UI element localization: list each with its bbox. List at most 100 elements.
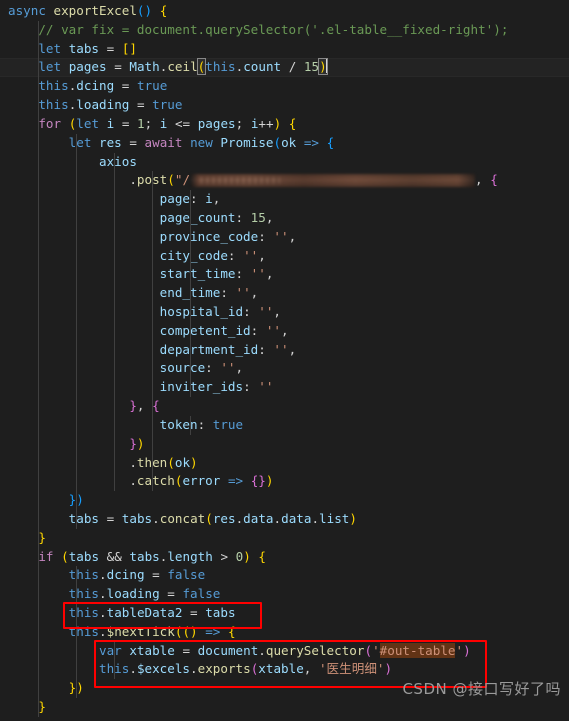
token-string-empty: '' xyxy=(265,322,281,338)
token-string-out-table-highlight: #out-table xyxy=(379,642,456,658)
token-key-inviter-ids: inviter_ids xyxy=(159,379,244,395)
token-number: 1 xyxy=(137,115,145,131)
token-keyword: this xyxy=(68,623,100,639)
code-line[interactable]: page_count: 15, xyxy=(0,208,569,228)
code-line-excel-export[interactable]: this.$excels.exports(xtable, '医生明细') xyxy=(0,660,569,680)
token-variable: pages xyxy=(68,59,107,75)
token-variable: tabs xyxy=(129,548,160,564)
token-key-page-count: page_count xyxy=(159,209,236,225)
token-boolean: false xyxy=(182,586,221,602)
token-brace: { xyxy=(227,623,236,639)
token-string-empty: '' xyxy=(220,360,236,376)
token-keyword: let xyxy=(38,59,62,75)
token-bracket: [] xyxy=(121,40,137,56)
token-property: list xyxy=(319,510,350,526)
code-line[interactable]: inviter_ids: '' xyxy=(0,378,569,398)
token-control-if: if xyxy=(38,548,54,564)
token-keyword: this xyxy=(68,605,100,620)
token-boolean: false xyxy=(167,567,206,583)
code-line[interactable]: .catch(error => {}) xyxy=(0,472,569,492)
token-paren: ( xyxy=(273,134,282,150)
token-paren: ( xyxy=(61,548,69,564)
code-line[interactable]: source: '', xyxy=(0,359,569,379)
token-method-exports: exports xyxy=(197,661,251,677)
token-keyword-var: var xyxy=(99,642,122,658)
token-string-chinese: '医生明细' xyxy=(318,661,385,677)
code-line[interactable]: async exportExcel() { xyxy=(0,2,569,21)
code-line[interactable]: axios xyxy=(0,152,569,172)
token-control-for: for xyxy=(38,115,62,131)
code-line[interactable]: let tabs = [] xyxy=(0,39,569,59)
token-property: length xyxy=(167,548,213,564)
code-line[interactable]: for (let i = 1; i <= pages; i++) { xyxy=(0,114,569,134)
token-method-query-selector: querySelector xyxy=(265,642,365,658)
code-line[interactable]: city_code: '', xyxy=(0,246,569,266)
code-line[interactable]: department_id: '', xyxy=(0,340,569,360)
code-line[interactable]: end_time: '', xyxy=(0,284,569,303)
token-key-page: page xyxy=(159,191,190,207)
code-line-query-selector[interactable]: var xtable = document.querySelector('#ou… xyxy=(0,641,569,661)
token-function-name: exportExcel xyxy=(53,3,137,18)
code-line[interactable]: this.loading = true xyxy=(0,96,569,115)
code-line[interactable]: .then(ok) xyxy=(0,453,569,473)
code-line[interactable]: }) xyxy=(0,491,569,510)
token-property: loading xyxy=(76,97,130,113)
token-identifier-axios: axios xyxy=(99,153,137,169)
token-paren: ( xyxy=(205,510,213,526)
token-key-competent-id: competent_id xyxy=(159,322,251,338)
code-line[interactable]: this.loading = false xyxy=(0,585,569,604)
token-variable: tabs xyxy=(68,40,100,56)
token-paren: ) xyxy=(265,473,274,489)
code-line[interactable]: competent_id: '', xyxy=(0,321,569,341)
token-variable: res xyxy=(212,510,236,526)
csdn-watermark: CSDN @接口写好了吗 xyxy=(402,680,561,699)
code-line[interactable]: } xyxy=(0,528,569,548)
code-line[interactable]: } xyxy=(0,698,569,717)
code-line[interactable]: this.dcing = false xyxy=(0,566,569,586)
code-line-post-request[interactable]: .post("/, { xyxy=(0,171,569,191)
token-brace: {} xyxy=(250,473,266,489)
token-paren: ) xyxy=(136,435,145,451)
token-paren: () xyxy=(136,3,153,18)
token-keyword: this xyxy=(38,97,69,113)
token-keyword: async xyxy=(8,3,46,18)
code-line[interactable]: this.dcing = true xyxy=(0,77,569,97)
code-editor[interactable]: async exportExcel() { // var fix = docum… xyxy=(0,0,569,721)
token-paren: ) xyxy=(76,492,84,508)
token-paren: ) xyxy=(76,680,84,696)
token-property: data xyxy=(243,510,274,526)
token-key-department-id: department_id xyxy=(159,341,259,357)
token-comment: // var fix = document.querySelector('.el… xyxy=(8,21,509,37)
token-variable: tabs xyxy=(121,510,153,526)
token-brace: } xyxy=(129,398,137,414)
token-paren: ) xyxy=(463,642,471,658)
code-line[interactable]: // var fix = document.querySelector('.el… xyxy=(0,20,569,40)
token-property: dcing xyxy=(76,78,115,94)
token-method-next-tick: $nextTick xyxy=(106,623,175,639)
code-line[interactable]: }) xyxy=(0,434,569,454)
code-line-table-data2[interactable]: this.tableData2 = tabs xyxy=(0,604,569,623)
token-key-token: token xyxy=(159,416,198,432)
code-line[interactable]: }, { xyxy=(0,397,569,416)
token-keyword: this xyxy=(68,567,100,583)
code-line[interactable]: page: i, xyxy=(0,190,569,209)
token-brace: { xyxy=(490,172,498,188)
token-arg-ok: ok xyxy=(174,454,191,470)
token-keyword: let xyxy=(68,134,92,150)
code-line[interactable]: let res = await new Promise(ok => { xyxy=(0,133,569,153)
token-keyword: this xyxy=(68,586,100,602)
code-line[interactable]: hospital_id: '', xyxy=(0,303,569,322)
code-line[interactable]: if (tabs && tabs.length > 0) { xyxy=(0,547,569,567)
code-line[interactable]: this.$nextTick(() => { xyxy=(0,622,569,642)
code-line[interactable]: tabs = tabs.concat(res.data.data.list) xyxy=(0,509,569,529)
redacted-url-block xyxy=(190,174,476,188)
code-line-active[interactable]: let pages = Math.ceil(this.count / 15) xyxy=(0,58,569,78)
token-paren: ) xyxy=(243,548,251,564)
token-paren: ( xyxy=(167,454,175,470)
token-arg-xtable: xtable xyxy=(258,661,304,677)
token-key-start-time: start_time xyxy=(159,266,236,282)
code-line[interactable]: province_code: '', xyxy=(0,227,569,247)
code-line[interactable]: start_time: '', xyxy=(0,265,569,285)
code-line[interactable]: token: true xyxy=(0,415,569,435)
token-string-empty: '' xyxy=(243,247,259,263)
